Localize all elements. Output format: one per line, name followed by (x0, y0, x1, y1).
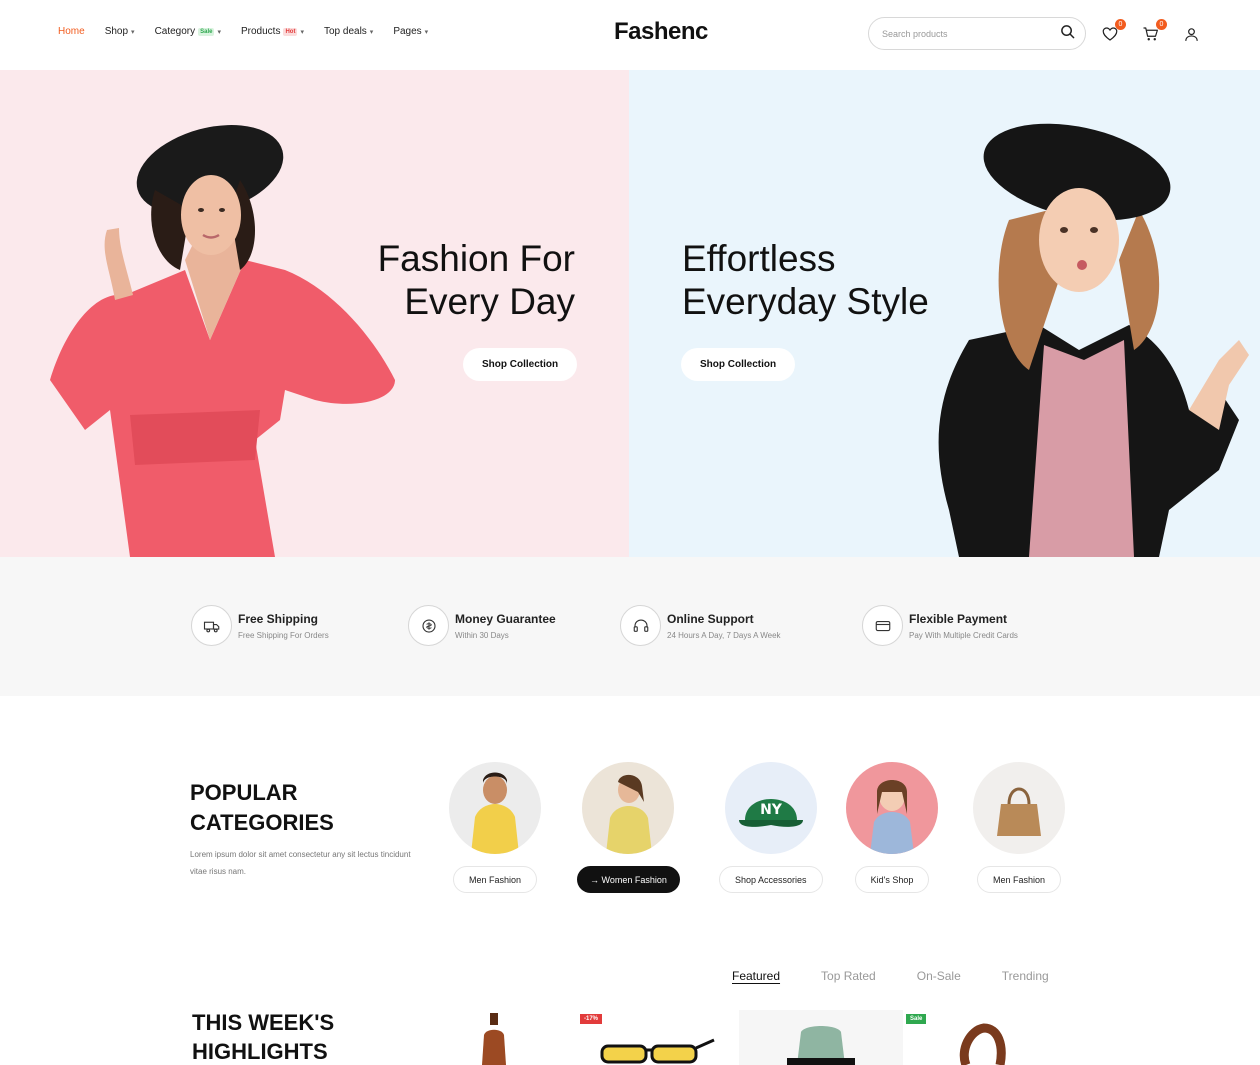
category-label: Men Fashion (468, 874, 522, 885)
nav-products[interactable]: Products Hot ▾ (241, 26, 304, 37)
category-label: Women Fashion (601, 874, 667, 885)
cart-button[interactable]: 0 (1139, 19, 1167, 46)
shop-collection-button-right[interactable]: Shop Collection (681, 348, 796, 381)
sale-badge: Sale (906, 1014, 927, 1024)
product-card[interactable]: Sale (904, 1010, 1014, 1065)
feature-title: Online Support (667, 611, 754, 626)
chevron-down-icon: ▾ (217, 28, 221, 36)
chevron-down-icon: ▾ (131, 28, 135, 36)
category-pill[interactable]: Shop Accessories (719, 866, 823, 893)
feature-subtitle: Free Shipping For Orders (238, 630, 329, 640)
chevron-down-icon: ▾ (300, 28, 304, 36)
category-women-fashion[interactable]: → Women Fashion (577, 762, 680, 893)
hero-left-title: Fashion For Every Day (377, 238, 575, 322)
category-kids-shop[interactable]: Kid's Shop (846, 762, 938, 893)
main-nav: Home Shop ▾ Category Sale ▾ Products Hot… (58, 26, 428, 37)
hero-banner-left: Fashion For Every Day Shop Collection (0, 70, 629, 557)
categories-description: Lorem ipsum dolor sit amet consectetur a… (190, 850, 411, 876)
category-image (846, 762, 938, 854)
nav-pages-label: Pages (393, 26, 422, 37)
category-image (449, 762, 541, 854)
category-label: Kid's Shop (870, 874, 914, 885)
highlight-tabs: Featured Top Rated On-Sale Trending (732, 969, 1049, 983)
wishlist-button[interactable]: 0 (1098, 19, 1126, 46)
discount-badge: -17% (580, 1014, 603, 1024)
category-label: Shop Accessories (735, 874, 807, 885)
chevron-down-icon: ▾ (369, 28, 374, 36)
product-card[interactable]: -17% (578, 1010, 718, 1065)
category-pill[interactable]: Kid's Shop (854, 866, 930, 893)
svg-text:NY: NY (760, 802, 783, 818)
hot-badge: Hot (283, 27, 298, 36)
highlights-heading: THIS WEEK'S HIGHLIGHTS (192, 1010, 335, 1064)
category-men-fashion-2[interactable]: Men Fashion (973, 762, 1065, 893)
headset-icon (620, 605, 661, 646)
nav-shop-label: Shop (104, 26, 129, 37)
feature-money-guarantee: Money Guarantee Within 30 Days (408, 605, 556, 646)
features-bar: Free Shipping Free Shipping For Orders M… (0, 557, 1260, 696)
categories-heading: POPULAR CATEGORIES (190, 780, 334, 835)
credit-card-icon (862, 605, 903, 646)
category-image: NY (724, 762, 817, 854)
product-image (787, 1026, 855, 1065)
chevron-down-icon: ▾ (424, 28, 429, 36)
feature-subtitle: Within 30 Days (455, 630, 509, 640)
hero-right-title: Effortless Everyday Style (682, 238, 929, 322)
product-card[interactable] (739, 1010, 903, 1065)
money-icon (408, 605, 449, 646)
category-men-fashion[interactable]: Men Fashion (449, 762, 541, 893)
nav-top-deals-label: Top deals (323, 26, 367, 37)
nav-top-deals[interactable]: Top deals ▾ (324, 26, 373, 37)
category-pill[interactable]: Men Fashion (976, 866, 1062, 893)
search-input[interactable] (882, 28, 1060, 39)
arrow-right-icon: → (590, 874, 599, 885)
nav-home[interactable]: Home (58, 26, 85, 37)
nav-shop[interactable]: Shop ▾ (105, 26, 135, 37)
feature-title: Flexible Payment (909, 611, 1008, 626)
wishlist-count: 0 (1115, 19, 1126, 30)
feature-title: Free Shipping (238, 611, 319, 626)
feature-free-shipping: Free Shipping Free Shipping For Orders (191, 605, 329, 646)
feature-flexible-payment: Flexible Payment Pay With Multiple Credi… (862, 605, 1018, 646)
site-logo[interactable]: Fashenc (614, 18, 708, 46)
tab-trending[interactable]: Trending (1002, 969, 1049, 983)
tab-top-rated[interactable]: Top Rated (821, 969, 876, 983)
feature-subtitle: 24 Hours A Day, 7 Days A Week (667, 630, 781, 640)
sale-badge: Sale (198, 27, 215, 36)
category-pill[interactable]: → Women Fashion (577, 866, 680, 893)
cart-count: 0 (1156, 19, 1167, 30)
category-shop-accessories[interactable]: NY Shop Accessories (719, 762, 823, 893)
search-bar (868, 17, 1086, 50)
category-pill[interactable]: Men Fashion (452, 866, 538, 893)
product-image (482, 1013, 506, 1065)
feature-title: Money Guarantee (455, 611, 556, 626)
category-image (973, 762, 1065, 854)
model-image (50, 125, 395, 557)
nav-category-label: Category (154, 26, 196, 37)
nav-pages[interactable]: Pages ▾ (393, 26, 428, 37)
search-icon[interactable] (1060, 24, 1075, 44)
product-card[interactable] (470, 1010, 520, 1065)
category-image (582, 762, 675, 854)
user-icon (1184, 27, 1198, 41)
tab-featured[interactable]: Featured (732, 969, 780, 983)
feature-online-support: Online Support 24 Hours A Day, 7 Days A … (620, 605, 781, 646)
model-image (938, 123, 1249, 557)
feature-subtitle: Pay With Multiple Credit Cards (909, 630, 1018, 640)
site-header: Home Shop ▾ Category Sale ▾ Products Hot… (0, 0, 1260, 70)
account-button[interactable] (1179, 22, 1203, 46)
nav-products-label: Products (241, 26, 281, 37)
hero-banner-right: Effortless Everyday Style Shop Collectio… (629, 70, 1260, 557)
shop-collection-button-left[interactable]: Shop Collection (463, 348, 578, 381)
category-label: Men Fashion (992, 874, 1046, 885)
truck-icon (191, 605, 232, 646)
nav-category[interactable]: Category Sale ▾ (155, 26, 221, 37)
nav-home-label: Home (58, 26, 85, 37)
tab-on-sale[interactable]: On-Sale (917, 969, 961, 983)
